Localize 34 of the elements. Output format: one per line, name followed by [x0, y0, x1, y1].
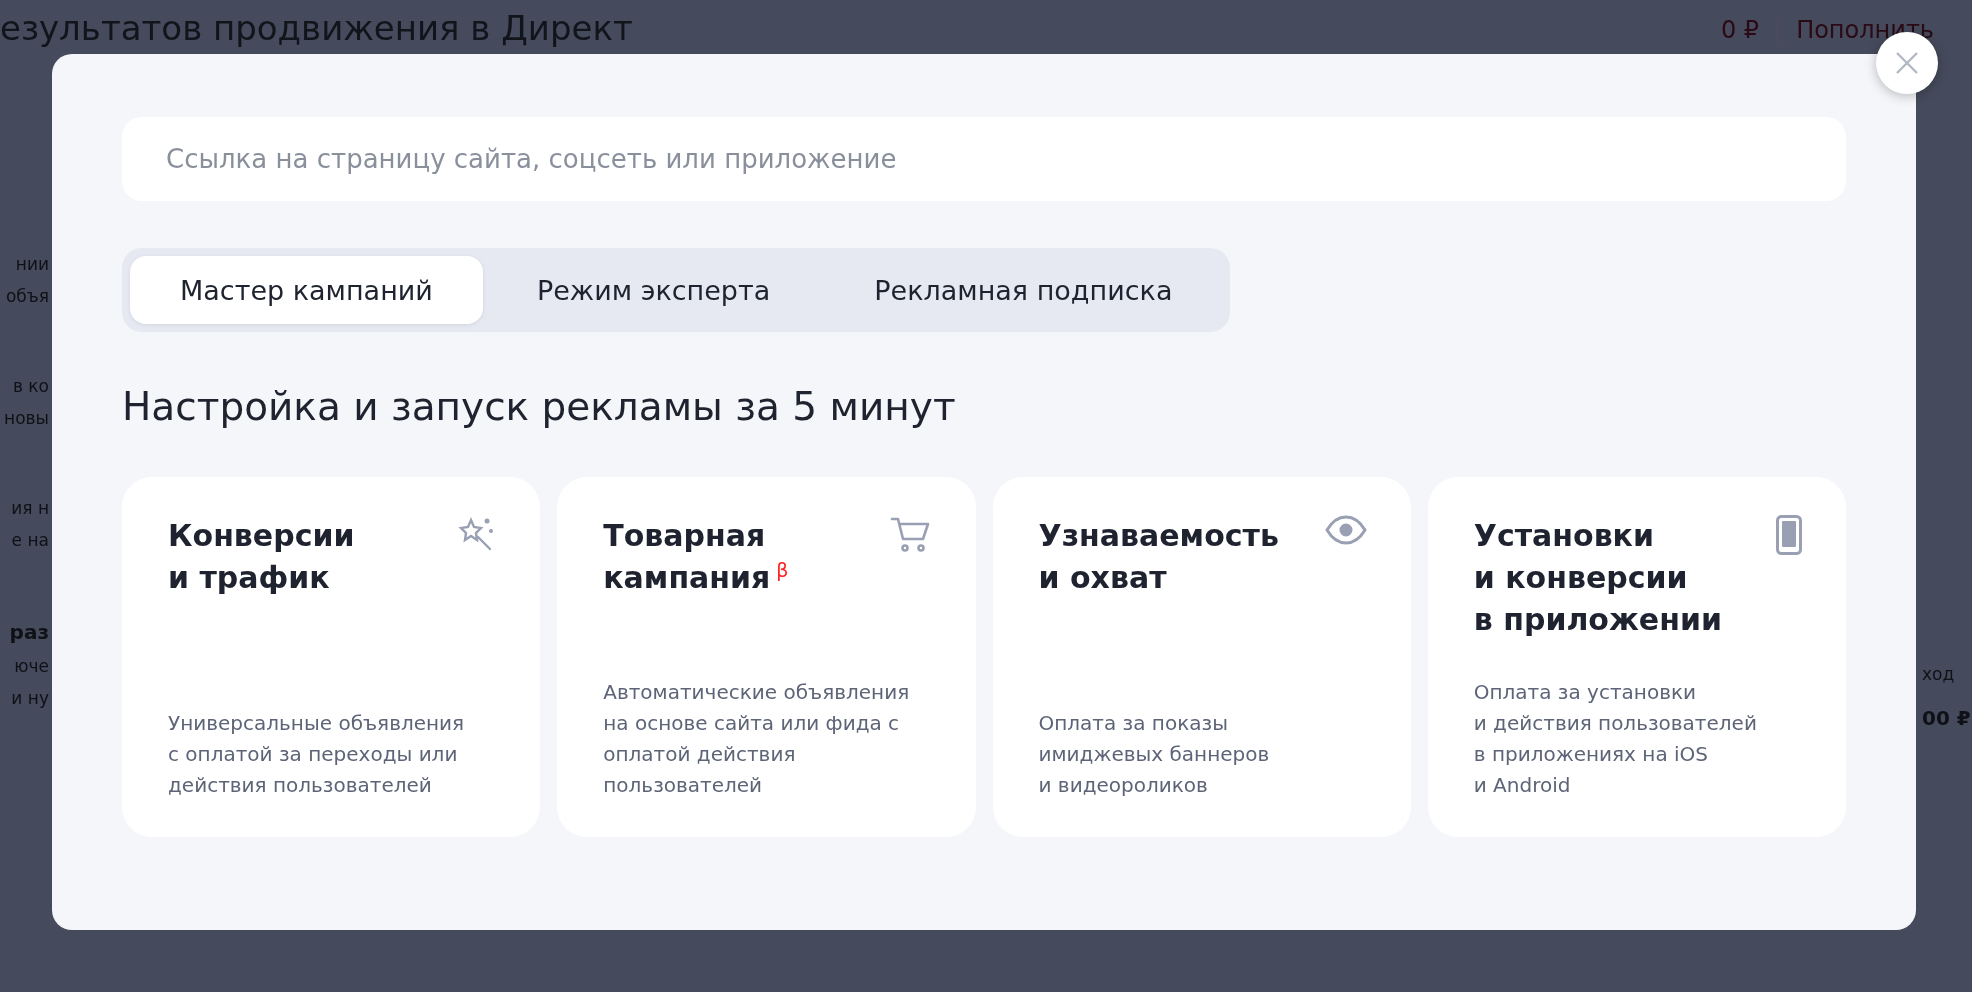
background-text: новы [4, 408, 49, 428]
card-title: Узнаваемость и охват [1038, 517, 1279, 597]
background-text: ход [1922, 664, 1955, 684]
campaign-type-card[interactable]: Узнаваемость и охват Оплата за показы имиджевых баннеров и видеороликов [992, 477, 1411, 837]
section-heading: раз [9, 620, 49, 644]
background-text: нии [15, 254, 49, 274]
card-title: Товарная кампания $^{β}$ [603, 517, 789, 597]
card-description: Оплата за показы имиджевых баннеров и видеороликов [1038, 710, 1271, 799]
background-text: в ко [12, 376, 49, 396]
mode-tab[interactable]: Режим эксперта [486, 256, 821, 324]
background-text: е на [11, 530, 49, 550]
mode-tab[interactable]: Рекламная подписка [824, 256, 1223, 324]
campaign-type-card[interactable]: Установки и конверсии в приложении Оплата за установки и действия пользователей в приложениях на iOS и Android [1427, 477, 1846, 837]
campaign-type-card[interactable]: Товарная кампания $^{β}$ Автоматические объявления на основе сайта или фида с оплатой действия пользователей [557, 477, 976, 837]
background-text: объя [5, 286, 49, 306]
eye-icon [1324, 515, 1367, 545]
balance-amount: 0 ₽ [1720, 16, 1760, 44]
amount-text: 00 ₽ [1922, 706, 1971, 730]
close-icon [1895, 51, 1919, 75]
smartphone-icon [1776, 515, 1802, 555]
card-description: Автоматические объявления на основе сайта или фида с оплатой действия пользователей [603, 679, 911, 799]
background-text: юче [14, 656, 49, 676]
page-title: езультатов продвижения в Директ [0, 8, 633, 48]
background-text: и ну [11, 688, 49, 708]
card-description: Универсальные объявления с оплатой за переходы или действия пользователей [168, 710, 466, 799]
mode-tab[interactable]: Мастер кампаний [130, 256, 483, 324]
card-title: Конверсии и трафик [168, 517, 355, 597]
card-description: Оплата за установки и действия пользователей в приложениях на iOS и Android [1473, 679, 1758, 799]
cart-icon [889, 515, 932, 555]
campaign-type-card[interactable]: Конверсии и трафик Универсальные объявления с оплатой за переходы или действия пользователей [122, 477, 541, 837]
url-input-field[interactable]: Ссылка на страницу сайта, соцсеть или приложение [122, 117, 1846, 201]
background-text: ия н [11, 498, 49, 518]
card-title: Установки и конверсии в приложении [1473, 517, 1722, 639]
section-heading: Настройка и запуск рекламы за 5 минут [122, 384, 957, 429]
